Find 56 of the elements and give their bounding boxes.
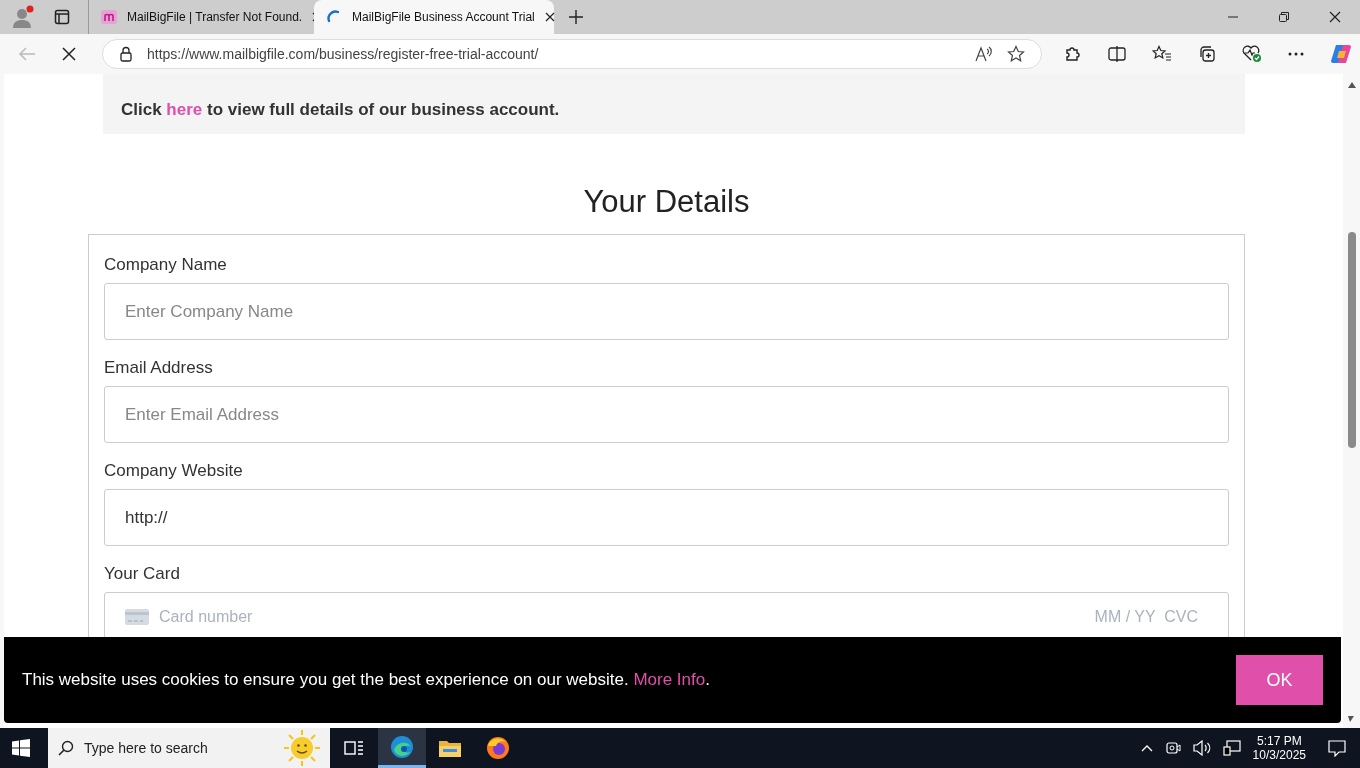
clock-date: 10/3/2025	[1252, 748, 1306, 762]
input-field[interactable]: Enter Company Name	[104, 283, 1229, 340]
split-screen-icon[interactable]	[1108, 46, 1126, 62]
input-field[interactable]: http://	[104, 489, 1229, 546]
star-icon[interactable]	[1007, 45, 1025, 63]
copilot-icon[interactable]	[1330, 43, 1352, 65]
card-number-placeholder: Card number	[159, 608, 253, 626]
new-tab-icon[interactable]	[568, 9, 584, 25]
loading-spinner-icon	[326, 9, 342, 25]
notifications-icon[interactable]	[1328, 739, 1346, 757]
browser-tab[interactable]: MailBigFile Business Account Trial	[314, 0, 554, 34]
health-check-icon[interactable]	[1242, 45, 1262, 63]
cookie-message: This website uses cookies to ensure you get the best experience on our website. More Info.	[22, 670, 711, 690]
windows-start-icon[interactable]	[12, 739, 30, 757]
search-placeholder: Type here to search	[84, 740, 208, 756]
scroll-thumb[interactable]	[1347, 232, 1356, 448]
address-bar[interactable]: https://www.mailbigfile.com/business/register-free-trial-account/	[102, 39, 1042, 69]
notice-text: Click here to view full details of our business account.	[121, 100, 560, 120]
profile-icon[interactable]	[10, 4, 36, 30]
url-text: https://www.mailbigfile.com/business/register-free-trial-account/	[147, 46, 539, 62]
scroll-down-icon[interactable]	[1347, 716, 1356, 722]
lock-icon	[119, 46, 133, 62]
folder-icon	[438, 738, 462, 758]
restore-icon[interactable]	[1278, 11, 1290, 23]
network-icon[interactable]	[1222, 740, 1241, 756]
task-view-icon	[344, 739, 364, 757]
field-label: Company Website	[104, 461, 244, 481]
expiry-cvc-placeholder: MM / YY CVC	[1094, 608, 1198, 626]
fox-globe-icon	[486, 736, 510, 760]
meet-camera-icon[interactable]	[1164, 740, 1181, 756]
clock-time: 5:17 PM	[1256, 734, 1302, 748]
close-icon[interactable]	[544, 12, 555, 22]
credit-card-icon	[125, 609, 149, 625]
site-favicon-icon	[101, 9, 117, 25]
taskbar-search-field[interactable]: Type here to search	[48, 728, 330, 768]
collections-icon[interactable]	[1198, 45, 1216, 63]
extensions-icon[interactable]	[1064, 45, 1082, 63]
ok-button[interactable]: OK	[1236, 655, 1323, 705]
taskbar-app[interactable]	[378, 728, 426, 768]
field-label: Company Name	[104, 255, 228, 275]
input-field[interactable]: Enter Email Address	[104, 386, 1229, 443]
search-icon	[58, 740, 74, 756]
favorites-icon[interactable]	[1152, 45, 1172, 63]
browser-wave-icon	[390, 734, 414, 759]
field-label: Email Address	[104, 358, 214, 378]
speaker-icon[interactable]	[1192, 740, 1211, 756]
stop-loading-icon[interactable]	[62, 47, 76, 61]
chevron-up-icon[interactable]	[1140, 744, 1153, 752]
field-label: Your Card	[104, 564, 181, 584]
tab-actions-icon[interactable]	[54, 9, 70, 25]
read-aloud-icon[interactable]	[975, 46, 993, 62]
section-heading: Your Details	[582, 184, 751, 220]
scroll-up-icon[interactable]	[1347, 82, 1356, 88]
more-options-icon[interactable]	[1288, 52, 1304, 56]
more-info-link[interactable]: More Info	[633, 670, 706, 689]
close-window-icon[interactable]	[1329, 11, 1341, 23]
